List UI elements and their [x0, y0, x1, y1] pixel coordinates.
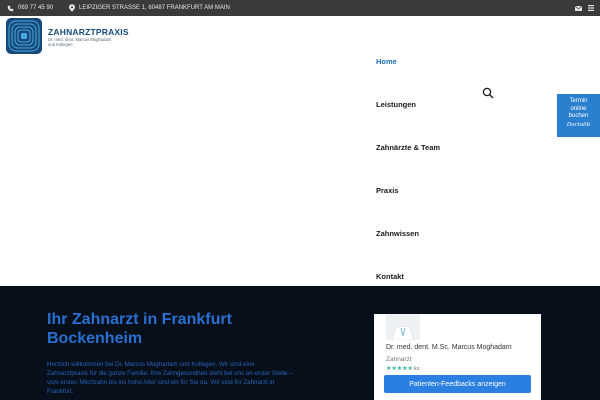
star-rating-icons: ★★★★★ — [386, 366, 413, 372]
brand-subtitle: Dr. med. dent. Marcus Moghadam und Kolle… — [48, 37, 112, 47]
nav-item-home[interactable]: Home — [376, 57, 397, 66]
doctor-role: Zahnarzt — [386, 356, 412, 363]
menu-icon — [588, 5, 594, 11]
address-text: LEIPZIGER STRASSE 1, 60487 FRANKFURT AM … — [79, 5, 230, 11]
book-appointment-button[interactable]: Termin online buchen Doctolib — [557, 94, 600, 137]
nav-item-kontakt[interactable]: Kontakt — [376, 272, 404, 281]
phone-number: 069 77 45 90 — [18, 5, 54, 11]
review-card: Dr. med. dent. M.Sc. Marcus Moghadam Zah… — [374, 314, 541, 400]
hero-title-line-2: Bockenheim — [47, 330, 143, 347]
cta-line-2: online — [570, 105, 587, 112]
brand-title[interactable]: ZAHNARZTPRAXIS — [48, 27, 129, 37]
doctor-avatar — [386, 314, 420, 340]
hero-text: Herzlich willkommen bei Dr. Marcus Mogha… — [47, 361, 293, 395]
mail-link[interactable] — [575, 0, 582, 16]
nav-item-team[interactable]: Zahnärzte & Team — [376, 143, 440, 152]
rating-count: ks — [413, 366, 420, 372]
cta-line-1: Termin — [569, 98, 588, 104]
address-link[interactable]: LEIPZIGER STRASSE 1, 60487 FRANKFURT AM … — [69, 0, 230, 16]
cta-line-3: buchen — [568, 113, 589, 119]
logo-icon[interactable] — [6, 18, 42, 54]
rating-stars: ★★★★★ks — [386, 365, 419, 372]
phone-link[interactable]: 069 77 45 90 — [7, 0, 53, 16]
hero-title-line-1: Ihr Zahnarzt in Frankfurt — [47, 311, 232, 328]
hero-section: Ihr Zahnarzt in Frankfurt Bockenheim Her… — [0, 286, 600, 400]
more-link[interactable] — [588, 0, 594, 16]
nav-item-zahnwissen[interactable]: Zahnwissen — [376, 229, 419, 238]
phone-icon — [7, 5, 14, 11]
location-pin-icon — [69, 4, 75, 12]
nav-item-praxis[interactable]: Praxis — [376, 186, 399, 195]
main-nav: Home Leistungen Zahnärzte & Team Praxis … — [376, 0, 526, 290]
doctolib-logo: Doctolib — [566, 121, 591, 128]
mail-icon — [575, 5, 582, 11]
nav-item-leistungen[interactable]: Leistungen — [376, 100, 416, 109]
show-feedback-button[interactable]: Patienten-Feedbacks anzeigen — [384, 375, 531, 393]
doctor-photo-icon — [386, 314, 420, 340]
doctor-name: Dr. med. dent. M.Sc. Marcus Moghadam — [386, 344, 512, 351]
